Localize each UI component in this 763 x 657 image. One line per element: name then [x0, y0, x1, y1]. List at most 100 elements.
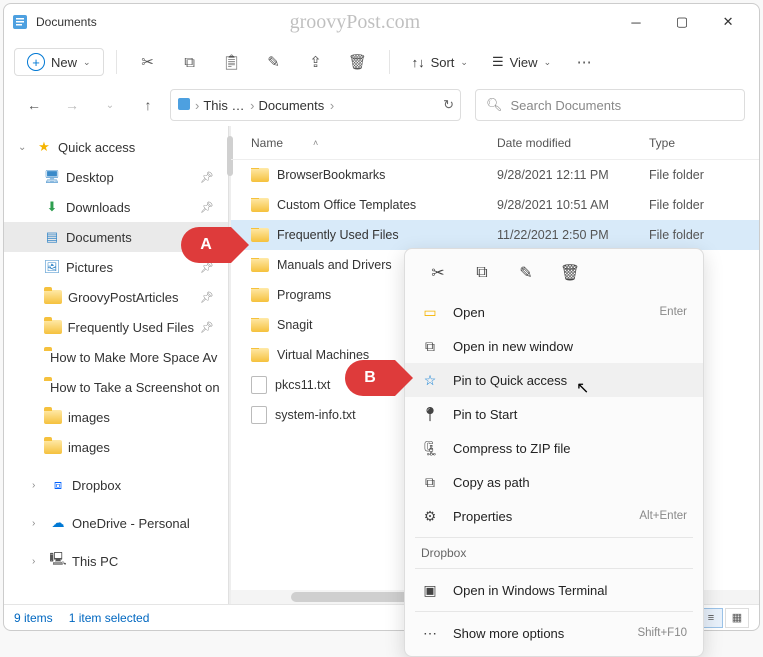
callout-b: B — [345, 360, 395, 396]
new-button[interactable]: + New ⌄ — [14, 48, 104, 76]
copy-path-icon: ⧉ — [421, 474, 439, 491]
ctx-show-more[interactable]: ⋯Show more optionsShift+F10 — [405, 616, 703, 650]
new-label: New — [51, 55, 77, 70]
sidebar-item-folder[interactable]: images — [4, 432, 228, 462]
more-icon[interactable]: ⋯ — [565, 46, 603, 78]
context-menu: ✂ ⧉ ✎ 🗑︎ ▭OpenEnter ⧉Open in new window … — [404, 248, 704, 657]
zip-icon: 🗜︎ — [421, 440, 439, 457]
file-row[interactable]: BrowserBookmarks9/28/2021 12:11 PMFile f… — [231, 160, 759, 190]
chevron-down-icon: ⌄ — [18, 142, 30, 153]
rename-icon[interactable]: ✎ — [255, 46, 293, 78]
sidebar-item-folder[interactable]: How to Make More Space Av — [4, 342, 228, 372]
folder-icon — [251, 258, 269, 272]
rename-icon[interactable]: ✎ — [509, 259, 543, 287]
sidebar-quick-access[interactable]: ⌄ ★ Quick access — [4, 132, 228, 162]
cut-icon[interactable]: ✂ — [421, 259, 455, 287]
chevron-right-icon: › — [32, 480, 44, 491]
sidebar-item-folder[interactable]: Frequently Used Files📌︎ — [4, 312, 228, 342]
search-icon: 🔍︎ — [486, 97, 503, 113]
sidebar-item-downloads[interactable]: ⬇Downloads📌︎ — [4, 192, 228, 222]
ctx-pin-quick-access[interactable]: ☆Pin to Quick access — [405, 363, 703, 397]
more-icon: ⋯ — [421, 625, 439, 642]
back-button[interactable]: ← — [18, 89, 50, 121]
sidebar-onedrive[interactable]: ›☁OneDrive - Personal — [4, 508, 228, 538]
ctx-copy-path[interactable]: ⧉Copy as path — [405, 465, 703, 499]
titlebar: Documents groovyPost.com ─ ▢ ✕ — [4, 4, 759, 40]
up-button[interactable]: ↑ — [132, 89, 164, 121]
view-dropdown[interactable]: ☰ View ⌄ — [482, 54, 561, 70]
address-bar[interactable]: › This … Documents ↻ — [170, 89, 461, 121]
properties-icon: ⚙ — [421, 508, 439, 525]
documents-icon — [177, 97, 191, 114]
sidebar-thispc[interactable]: ›🖳This PC — [4, 546, 228, 576]
watermark: groovyPost.com — [290, 11, 421, 34]
chevron-down-icon[interactable]: ⌄ — [94, 89, 126, 121]
documents-icon: ▤ — [44, 229, 60, 245]
copy-icon[interactable]: ⧉ — [465, 259, 499, 287]
selected-count: 1 item selected — [69, 611, 150, 625]
file-row-selected[interactable]: Frequently Used Files11/22/2021 2:50 PMF… — [231, 220, 759, 250]
chevron-right-icon: › — [32, 556, 44, 567]
delete-icon[interactable]: 🗑︎ — [339, 46, 377, 78]
dropbox-icon: ⧈ — [50, 477, 66, 493]
search-placeholder: Search Documents — [511, 98, 622, 113]
col-name[interactable]: Name — [251, 136, 283, 150]
pin-icon: 📌︎ — [200, 291, 214, 304]
toolbar: + New ⌄ ✂ ⧉ 📋︎ ✎ ⇪ 🗑︎ ↑↓ Sort ⌄ ☰ View ⌄… — [4, 40, 759, 84]
col-type[interactable]: Type — [649, 136, 759, 150]
folder-icon — [44, 410, 62, 424]
breadcrumb-part[interactable]: This … — [203, 98, 254, 113]
minimize-button[interactable]: ─ — [613, 4, 659, 40]
ctx-dropbox-header[interactable]: Dropbox — [405, 542, 703, 564]
terminal-icon: ▣ — [421, 582, 439, 599]
ctx-pin-start[interactable]: 📍︎Pin to Start — [405, 397, 703, 431]
column-headers[interactable]: Name˄ Date modified Type — [231, 126, 759, 160]
cursor-pointer-icon: ↖ — [576, 378, 589, 398]
ctx-open-new-window[interactable]: ⧉Open in new window — [405, 329, 703, 363]
refresh-icon[interactable]: ↻ — [443, 97, 454, 113]
sidebar-dropbox[interactable]: ›⧈Dropbox — [4, 470, 228, 500]
folder-icon — [251, 288, 269, 302]
folder-open-icon: ▭ — [421, 304, 439, 321]
sort-dropdown[interactable]: ↑↓ Sort ⌄ — [402, 55, 478, 70]
share-icon[interactable]: ⇪ — [297, 46, 335, 78]
star-icon: ★ — [36, 139, 52, 155]
copy-icon[interactable]: ⧉ — [171, 46, 209, 78]
download-icon: ⬇ — [44, 199, 60, 215]
navbar: ← → ⌄ ↑ › This … Documents ↻ 🔍︎ Search D… — [4, 84, 759, 126]
cut-icon[interactable]: ✂ — [129, 46, 167, 78]
callout-a: A — [181, 227, 231, 263]
pin-icon: 📌︎ — [200, 171, 214, 184]
col-date[interactable]: Date modified — [497, 136, 649, 150]
sidebar-item-folder[interactable]: GroovyPostArticles📌︎ — [4, 282, 228, 312]
ctx-compress-zip[interactable]: 🗜︎Compress to ZIP file — [405, 431, 703, 465]
sidebar-item-desktop[interactable]: 🖥︎Desktop📌︎ — [4, 162, 228, 192]
sidebar-item-folder[interactable]: images — [4, 402, 228, 432]
maximize-button[interactable]: ▢ — [659, 4, 705, 40]
breadcrumb-part[interactable]: Documents — [258, 98, 334, 113]
view-icon: ☰ — [492, 54, 504, 70]
icons-view-toggle[interactable]: ▦ — [725, 608, 749, 628]
forward-button[interactable]: → — [56, 89, 88, 121]
folder-icon — [251, 228, 269, 242]
sort-icon: ↑↓ — [412, 55, 425, 70]
pin-icon: 📌︎ — [200, 201, 214, 214]
close-button[interactable]: ✕ — [705, 4, 751, 40]
plus-icon: + — [27, 53, 45, 71]
text-file-icon — [251, 376, 267, 394]
folder-icon — [251, 348, 269, 362]
folder-icon — [44, 320, 62, 334]
text-file-icon — [251, 406, 267, 424]
file-row[interactable]: Custom Office Templates9/28/2021 10:51 A… — [231, 190, 759, 220]
paste-icon[interactable]: 📋︎ — [213, 46, 251, 78]
new-window-icon: ⧉ — [421, 338, 439, 355]
sidebar-item-folder[interactable]: How to Take a Screenshot on — [4, 372, 228, 402]
delete-icon[interactable]: 🗑︎ — [553, 259, 587, 287]
onedrive-icon: ☁ — [50, 515, 66, 531]
ctx-properties[interactable]: ⚙PropertiesAlt+Enter — [405, 499, 703, 533]
pc-icon: 🖳 — [50, 553, 66, 569]
ctx-open-terminal[interactable]: ▣Open in Windows Terminal — [405, 573, 703, 607]
ctx-open[interactable]: ▭OpenEnter — [405, 295, 703, 329]
search-input[interactable]: 🔍︎ Search Documents — [475, 89, 745, 121]
desktop-icon: 🖥︎ — [44, 169, 60, 185]
